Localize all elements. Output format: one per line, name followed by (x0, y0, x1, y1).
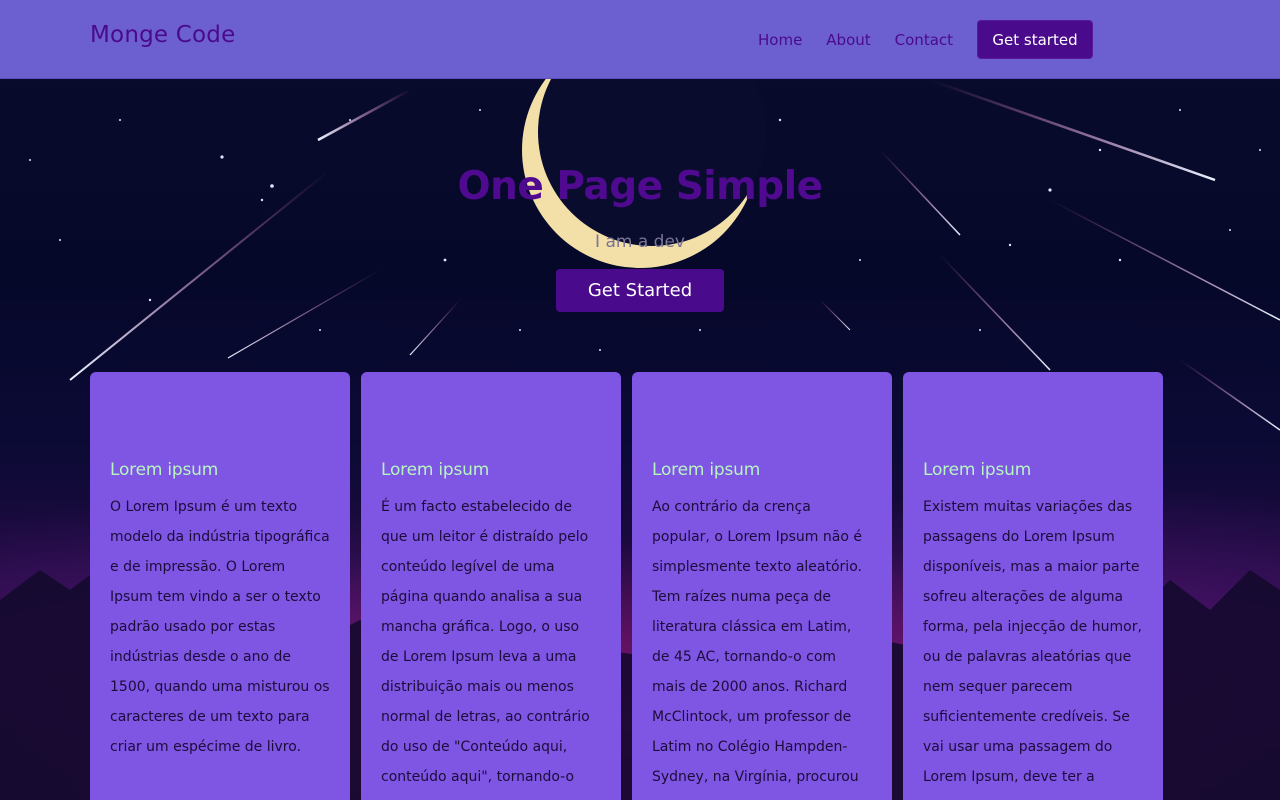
main-nav: Home About Contact Get started (758, 20, 1094, 59)
card-title: Lorem ipsum (923, 460, 1032, 480)
card-text: Ao contrário da crença popular, o Lorem … (652, 499, 862, 785)
nav-link-about[interactable]: About (826, 21, 870, 59)
card-title: Lorem ipsum (110, 460, 219, 480)
card-text: É um facto estabelecido de que um leitor… (381, 499, 590, 785)
brand-logo[interactable]: Monge Code (90, 22, 235, 48)
hero-title: One Page Simple (457, 164, 823, 209)
feature-card: Lorem ipsum Ao contrário da crença popul… (632, 372, 892, 800)
get-started-nav-button[interactable]: Get started (977, 20, 1094, 59)
feature-card: Lorem ipsum É um facto estabelecido de q… (361, 372, 621, 800)
nav-link-contact[interactable]: Contact (895, 21, 953, 59)
card-text: Existem muitas variações das passagens d… (923, 499, 1142, 785)
feature-card: Lorem ipsum Existem muitas variações das… (903, 372, 1163, 800)
top-navbar: Monge Code Home About Contact Get starte… (0, 0, 1280, 79)
card-title: Lorem ipsum (381, 460, 490, 480)
get-started-hero-button[interactable]: Get Started (556, 269, 724, 312)
feature-card: Lorem ipsum O Lorem Ipsum é um texto mod… (90, 372, 350, 800)
card-text: O Lorem Ipsum é um texto modelo da indús… (110, 499, 330, 755)
hero-subtitle: I am a dev (595, 232, 685, 252)
card-title: Lorem ipsum (652, 460, 761, 480)
nav-link-home[interactable]: Home (758, 21, 802, 59)
